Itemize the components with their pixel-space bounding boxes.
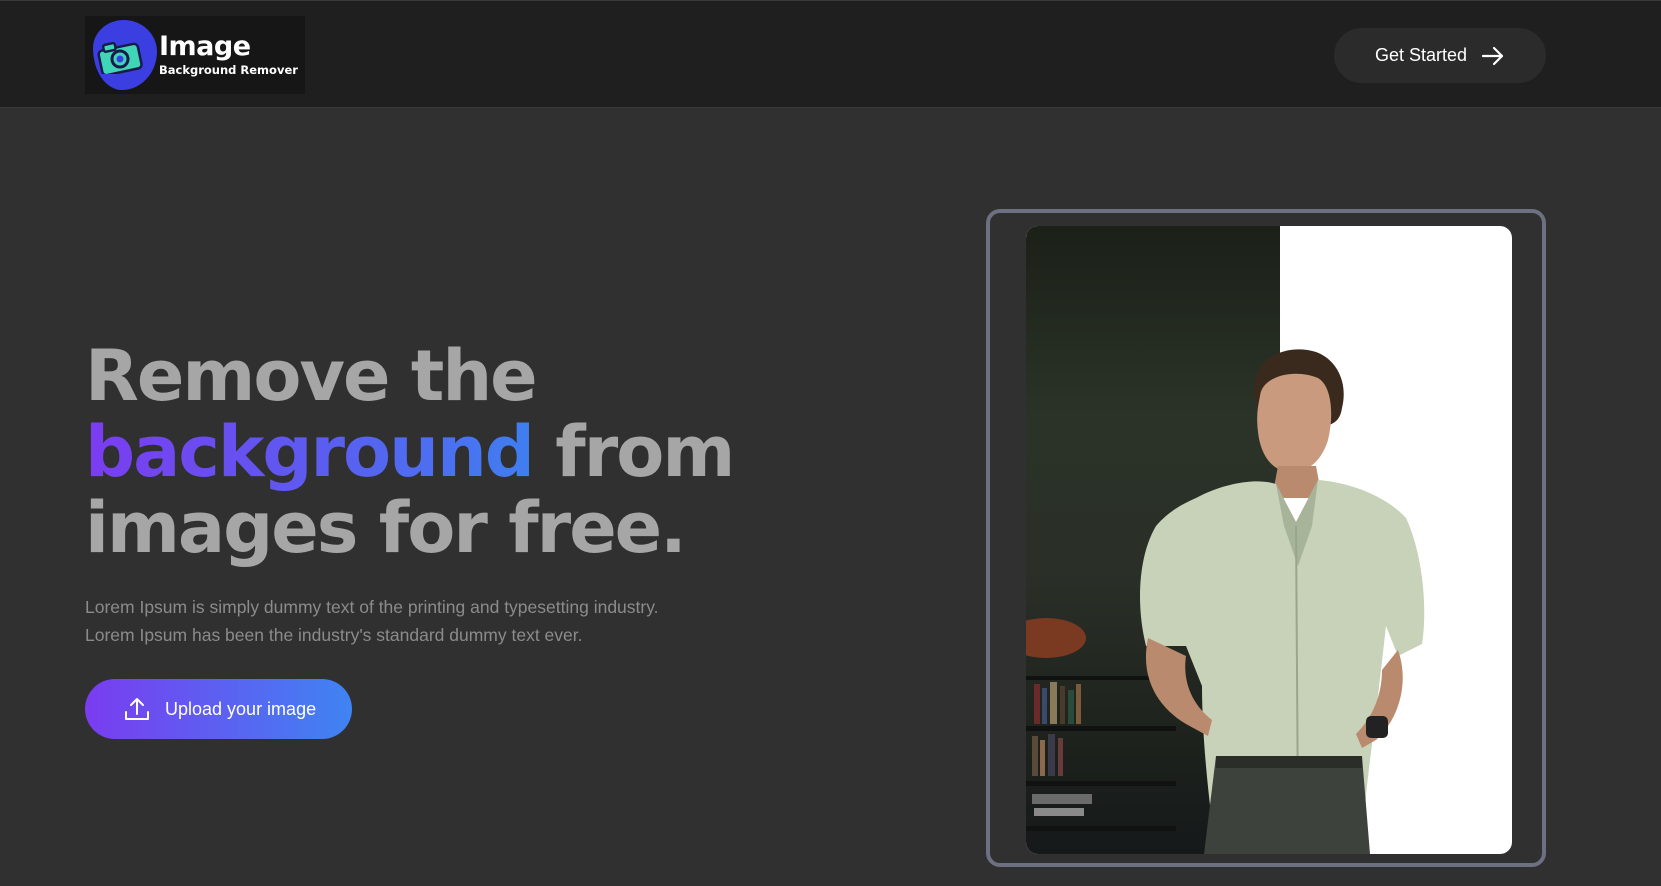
hero-title-line2-rest: from xyxy=(532,411,735,493)
top-navbar: Image Background Remover Get Started xyxy=(0,0,1661,108)
logo-title: Image xyxy=(159,31,251,62)
logo[interactable]: Image Background Remover xyxy=(85,16,305,94)
get-started-button[interactable]: Get Started xyxy=(1334,28,1546,83)
hero-title-line1: Remove the xyxy=(85,335,538,417)
person-graphic xyxy=(1140,349,1425,854)
hero-title-line3: images for free. xyxy=(85,487,687,569)
logo-mark xyxy=(85,16,157,94)
hero-description: Lorem Ipsum is simply dummy text of the … xyxy=(85,593,725,649)
preview-image xyxy=(1026,226,1512,854)
arrow-right-icon xyxy=(1481,46,1504,65)
upload-icon xyxy=(125,698,149,720)
hero-title-highlight: background xyxy=(85,411,535,493)
upload-image-label: Upload your image xyxy=(165,698,317,719)
preview-frame xyxy=(986,209,1546,867)
camera-icon xyxy=(97,41,143,74)
hero-title: Remove the background from images for fr… xyxy=(85,338,785,566)
hero-description-line1: Lorem Ipsum is simply dummy text of the … xyxy=(85,597,659,617)
hero-description-line2: Lorem Ipsum has been the industry's stan… xyxy=(85,625,583,645)
logo-text: Image Background Remover xyxy=(159,31,298,78)
get-started-label: Get Started xyxy=(1374,45,1468,65)
upload-image-button[interactable]: Upload your image xyxy=(85,679,352,739)
logo-subtitle: Background Remover xyxy=(159,63,298,77)
